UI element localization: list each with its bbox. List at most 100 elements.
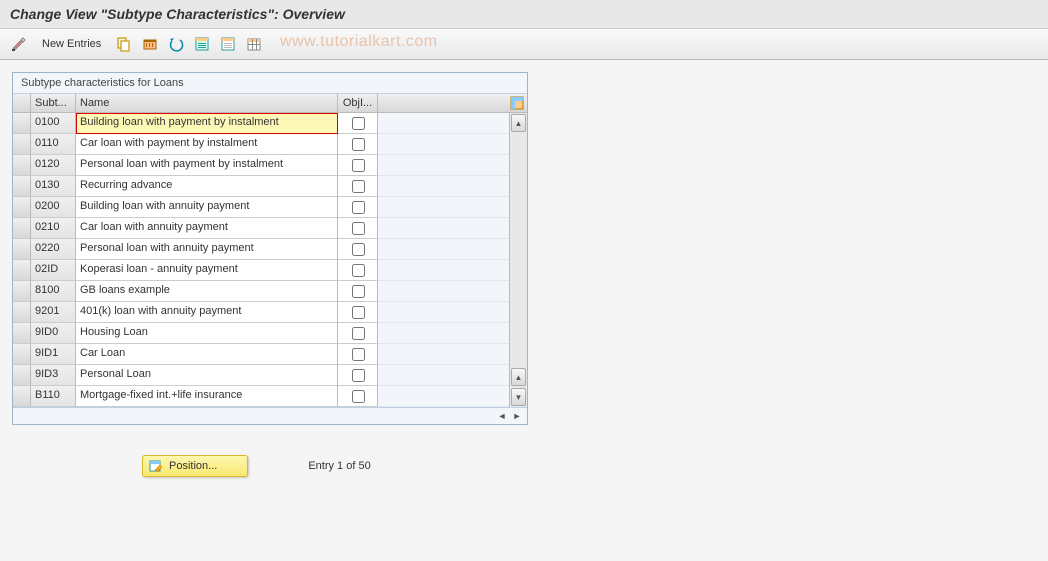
cell-objid [338,239,378,260]
cell-subtype[interactable]: 0100 [31,113,76,134]
cell-spacer [378,323,509,344]
row-selector[interactable] [13,302,31,323]
cell-name[interactable]: 401(k) loan with annuity payment [76,302,338,323]
row-selector[interactable] [13,113,31,134]
scroll-down-button[interactable]: ▼ [511,388,526,406]
cell-objid [338,302,378,323]
page-title: Change View "Subtype Characteristics": O… [10,6,345,22]
objid-checkbox[interactable] [352,222,365,235]
row-selector[interactable] [13,281,31,302]
table-row: 0100Building loan with payment by instal… [13,113,509,134]
objid-checkbox[interactable] [352,390,365,403]
col-name[interactable]: Name [76,94,338,112]
cell-objid [338,281,378,302]
objid-checkbox[interactable] [352,117,365,130]
cell-name[interactable]: Housing Loan [76,323,338,344]
cell-name[interactable]: Building loan with payment by instalment [76,113,338,134]
cell-subtype[interactable]: 9ID1 [31,344,76,365]
table-config-button[interactable] [507,94,527,112]
cell-name[interactable]: Car loan with payment by instalment [76,134,338,155]
cell-name[interactable]: GB loans example [76,281,338,302]
objid-checkbox[interactable] [352,243,365,256]
deselect-all-button[interactable] [217,33,239,55]
table-body: 0100Building loan with payment by instal… [13,113,527,407]
cell-subtype[interactable]: 02ID [31,260,76,281]
copy-button[interactable] [113,33,135,55]
scroll-up2-button[interactable]: ▲ [511,368,526,386]
row-selector[interactable] [13,176,31,197]
cell-name[interactable]: Mortgage-fixed int.+life insurance [76,386,338,407]
scroll-up-button[interactable]: ▲ [511,114,526,132]
col-subtype[interactable]: Subt... [31,94,76,112]
scroll-left-button[interactable]: ◄ [496,410,508,422]
cell-subtype[interactable]: 0130 [31,176,76,197]
cell-subtype[interactable]: 9ID3 [31,365,76,386]
vertical-scrollbar[interactable]: ▲ ▲ ▼ [509,113,527,407]
cell-subtype[interactable]: 0120 [31,155,76,176]
cell-name[interactable]: Personal loan with annuity payment [76,239,338,260]
content-area: Subtype characteristics for Loans Subt..… [0,60,1048,499]
objid-checkbox[interactable] [352,369,365,382]
cell-subtype[interactable]: 0210 [31,218,76,239]
objid-checkbox[interactable] [352,138,365,151]
row-selector[interactable] [13,239,31,260]
cell-spacer [378,218,509,239]
row-selector[interactable] [13,260,31,281]
display-change-toggle-button[interactable] [8,33,30,55]
objid-checkbox[interactable] [352,348,365,361]
cell-name[interactable]: Personal loan with payment by instalment [76,155,338,176]
cell-subtype[interactable]: B110 [31,386,76,407]
objid-checkbox[interactable] [352,180,365,193]
row-selector[interactable] [13,344,31,365]
cell-spacer [378,386,509,407]
row-selector[interactable] [13,365,31,386]
entry-count-text: Entry 1 of 50 [308,460,370,472]
table-settings-button[interactable] [243,33,265,55]
subtypes-panel: Subtype characteristics for Loans Subt..… [12,72,528,425]
objid-checkbox[interactable] [352,306,365,319]
cell-name[interactable]: Car loan with annuity payment [76,218,338,239]
cell-spacer [378,344,509,365]
objid-checkbox[interactable] [352,327,365,340]
select-all-button[interactable] [191,33,213,55]
row-selector[interactable] [13,134,31,155]
cell-name[interactable]: Car Loan [76,344,338,365]
objid-checkbox[interactable] [352,201,365,214]
delete-button[interactable] [139,33,161,55]
row-selector[interactable] [13,218,31,239]
table-row: 0130Recurring advance [13,176,509,197]
objid-checkbox[interactable] [352,159,365,172]
table-row: B110Mortgage-fixed int.+life insurance [13,386,509,407]
cell-objid [338,155,378,176]
cell-subtype[interactable]: 9201 [31,302,76,323]
cell-name[interactable]: Personal Loan [76,365,338,386]
position-button[interactable]: Position... [142,455,248,477]
cell-spacer [378,197,509,218]
cell-name[interactable]: Building loan with annuity payment [76,197,338,218]
cell-subtype[interactable]: 0200 [31,197,76,218]
new-entries-label: New Entries [42,38,101,50]
new-entries-button[interactable]: New Entries [34,35,109,53]
table-row: 8100GB loans example [13,281,509,302]
cell-subtype[interactable]: 9ID0 [31,323,76,344]
cell-subtype[interactable]: 8100 [31,281,76,302]
col-objid[interactable]: ObjI... [338,94,378,112]
table-row: 9ID1Car Loan [13,344,509,365]
cell-name[interactable]: Recurring advance [76,176,338,197]
row-selector[interactable] [13,323,31,344]
cell-subtype[interactable]: 0220 [31,239,76,260]
objid-checkbox[interactable] [352,285,365,298]
scroll-right-button[interactable]: ► [511,410,523,422]
row-selector[interactable] [13,386,31,407]
scroll-track[interactable] [510,133,527,307]
objid-checkbox[interactable] [352,264,365,277]
row-selector[interactable] [13,155,31,176]
cell-subtype[interactable]: 0110 [31,134,76,155]
horizontal-scrollbar[interactable]: ◄ ► [13,407,527,424]
undo-button[interactable] [165,33,187,55]
row-selector[interactable] [13,197,31,218]
table-row: 0200Building loan with annuity payment [13,197,509,218]
cell-spacer [378,134,509,155]
cell-name[interactable]: Koperasi loan - annuity payment [76,260,338,281]
cell-spacer [378,239,509,260]
